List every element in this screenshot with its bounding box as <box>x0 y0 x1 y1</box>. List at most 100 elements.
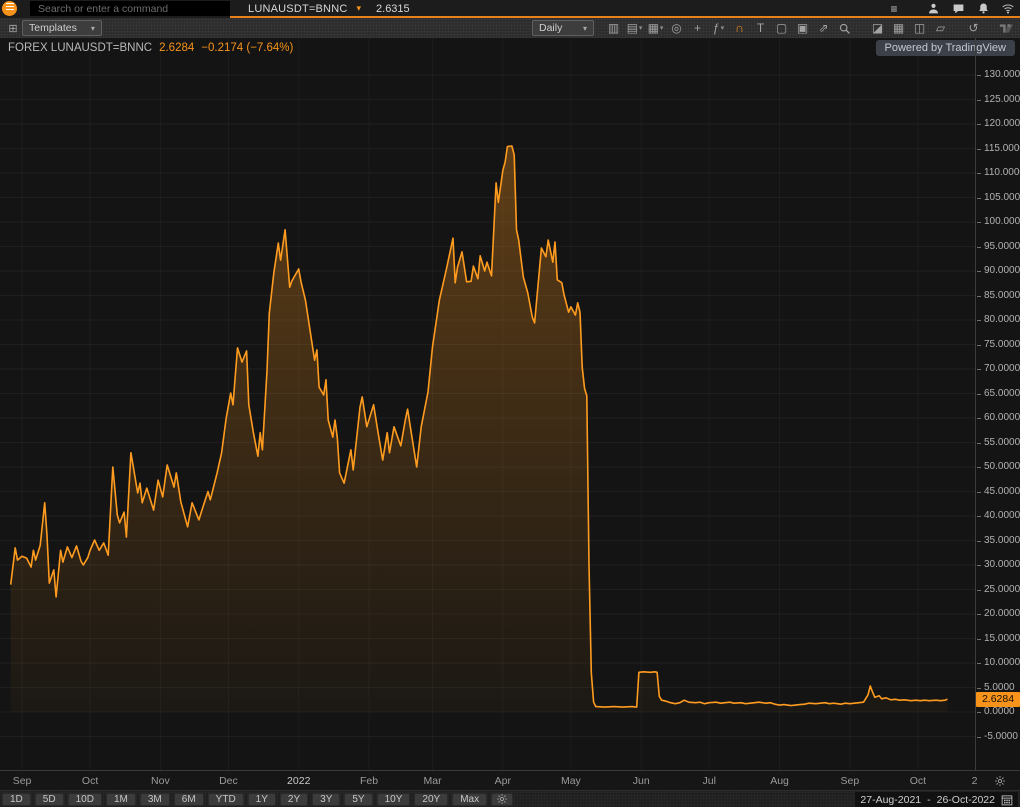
range-button-1m[interactable]: 1M <box>106 793 136 806</box>
date-range-separator: - <box>927 794 931 806</box>
chart-preview-icon[interactable]: ◪ <box>868 20 887 36</box>
range-settings-gear-icon[interactable] <box>491 793 513 806</box>
wifi-icon[interactable] <box>1000 2 1016 16</box>
time-axis-label: Aug <box>770 775 789 787</box>
price-area-fill <box>11 146 948 712</box>
price-axis-label: 40.0000 <box>984 510 1020 522</box>
grid-layout-icon[interactable]: ▦▾ <box>646 20 665 36</box>
price-axis-label: 20.0000 <box>984 608 1020 620</box>
selection-rect-icon[interactable]: ▢ <box>772 20 791 36</box>
snapshot-icon[interactable]: ▣ <box>793 20 812 36</box>
text-tool-icon[interactable]: T <box>751 20 770 36</box>
data-table-icon[interactable]: ▦ <box>889 20 908 36</box>
templates-button-label: Templates <box>29 22 77 34</box>
range-button-1d[interactable]: 1D <box>2 793 31 806</box>
range-button-5y[interactable]: 5Y <box>344 793 372 806</box>
chevron-down-icon: ▾ <box>639 24 643 32</box>
chart-toolbar: ⊞ Templates ▾ Daily ▾ ▥▤▾▦▾◎+ƒ▾∩T▢▣⇗ ◪▦◫▱… <box>0 18 1020 38</box>
price-axis-label: 30.0000 <box>984 559 1020 571</box>
range-button-6m[interactable]: 6M <box>174 793 204 806</box>
price-axis-label: 100.0000 <box>984 216 1020 228</box>
compare-layout-icon[interactable]: ▤▾ <box>625 20 644 36</box>
zoom-icon[interactable] <box>835 20 854 36</box>
time-axis-label: Mar <box>424 775 442 787</box>
range-button-10y[interactable]: 10Y <box>377 793 411 806</box>
price-axis-label: 130.0000 <box>984 69 1020 81</box>
range-button-20y[interactable]: 20Y <box>414 793 448 806</box>
trading-terminal-window: LUNAUSDT=BNNC ▾ 2.6315 ≡ ⊞ Templates ▾ D… <box>0 0 1020 807</box>
date-range-picker[interactable]: 27-Aug-2021 - 26-Oct-2022 <box>855 792 1018 807</box>
price-axis-label: 0.0000 <box>984 706 1015 718</box>
bell-icon[interactable] <box>975 2 991 16</box>
menu-icon[interactable]: ≡ <box>886 2 902 16</box>
calendar-icon[interactable] <box>1001 794 1013 806</box>
price-axis-label: 60.0000 <box>984 412 1020 424</box>
date-range-to: 26-Oct-2022 <box>937 794 995 806</box>
add-panel-icon[interactable]: ⊞ <box>4 22 22 35</box>
price-axis-label: 45.0000 <box>984 486 1020 498</box>
chevron-down-icon: ▾ <box>583 24 587 33</box>
toolbar-icon-group: Daily ▾ ▥▤▾▦▾◎+ƒ▾∩T▢▣⇗ ◪▦◫▱ ↺ <box>532 20 1016 36</box>
magnet-icon[interactable]: ∩ <box>730 20 749 36</box>
indicators-icon[interactable]: ƒ▾ <box>709 20 728 36</box>
chevron-down-icon: ▾ <box>660 24 664 32</box>
time-axis-label: 2022 <box>287 775 310 787</box>
price-axis-label: 15.0000 <box>984 633 1020 645</box>
interval-select-value: Daily <box>539 22 562 34</box>
time-axis-label: Jul <box>703 775 716 787</box>
cursor-tool-icon[interactable]: ⇗ <box>814 20 833 36</box>
user-icon[interactable] <box>925 2 941 16</box>
tradingview-logo[interactable] <box>997 20 1016 36</box>
price-axis-label: 115.0000 <box>984 143 1020 155</box>
price-axis-label: 70.0000 <box>984 363 1020 375</box>
time-axis-label: Sep <box>841 775 860 787</box>
chevron-down-icon[interactable]: ▾ <box>356 4 361 13</box>
time-axis-label: May <box>561 775 581 787</box>
price-axis-label: 10.0000 <box>984 657 1020 669</box>
symbol-tab-label: LUNAUSDT=BNNC <box>248 3 347 15</box>
undo-icon[interactable]: ↺ <box>964 20 983 36</box>
time-axis-label: Jun <box>633 775 650 787</box>
price-axis-label: 85.0000 <box>984 290 1020 302</box>
command-search-input[interactable] <box>30 1 230 16</box>
chart-style-icon[interactable]: ▥ <box>604 20 623 36</box>
range-button-3y[interactable]: 3Y <box>312 793 340 806</box>
chat-icon[interactable] <box>950 2 966 16</box>
price-axis[interactable]: 130.0000125.0000120.0000115.0000110.0000… <box>975 38 1020 770</box>
time-axis-label: Dec <box>219 775 238 787</box>
symbol-tab[interactable]: LUNAUSDT=BNNC ▾ 2.6315 <box>238 0 420 17</box>
chevron-down-icon: ▾ <box>721 24 725 32</box>
price-axis-label: 35.0000 <box>984 535 1020 547</box>
interval-select[interactable]: Daily ▾ <box>532 20 594 36</box>
date-range-from: 27-Aug-2021 <box>860 794 921 806</box>
top-bar: LUNAUSDT=BNNC ▾ 2.6315 ≡ <box>0 0 1020 18</box>
price-axis-label: 80.0000 <box>984 314 1020 326</box>
price-chart-plot[interactable] <box>0 38 975 770</box>
time-axis-label: Apr <box>495 775 511 787</box>
range-button-3m[interactable]: 3M <box>140 793 170 806</box>
time-axis[interactable]: SepOctNovDec2022FebMarAprMayJunJulAugSep… <box>0 770 1020 790</box>
add-study-icon[interactable]: + <box>688 20 707 36</box>
price-axis-label: 90.0000 <box>984 265 1020 277</box>
range-button-2y[interactable]: 2Y <box>280 793 308 806</box>
chart-area: FOREX LUNAUSDT=BNNC 2.6284 −0.2174 (−7.6… <box>0 38 1020 770</box>
templates-button[interactable]: Templates ▾ <box>22 20 102 36</box>
time-axis-label: 2 <box>972 775 978 787</box>
price-axis-label: 105.0000 <box>984 192 1020 204</box>
symbol-tab-price: 2.6315 <box>376 3 410 15</box>
price-axis-label: 125.0000 <box>984 94 1020 106</box>
range-button-ytd[interactable]: YTD <box>208 793 244 806</box>
range-button-10d[interactable]: 10D <box>68 793 102 806</box>
price-axis-label: 25.0000 <box>984 584 1020 596</box>
target-icon[interactable]: ◎ <box>667 20 686 36</box>
axis-settings-gear-icon[interactable] <box>994 774 1006 790</box>
price-axis-label: 120.0000 <box>984 118 1020 130</box>
chevron-down-icon: ▾ <box>91 24 95 33</box>
range-button-max[interactable]: Max <box>452 793 487 806</box>
time-axis-label: Nov <box>151 775 170 787</box>
edit-chart-icon[interactable]: ▱ <box>931 20 950 36</box>
chart-settings-icon[interactable]: ◫ <box>910 20 929 36</box>
app-logo-icon[interactable] <box>2 1 17 16</box>
range-button-1y[interactable]: 1Y <box>248 793 276 806</box>
range-button-5d[interactable]: 5D <box>35 793 64 806</box>
